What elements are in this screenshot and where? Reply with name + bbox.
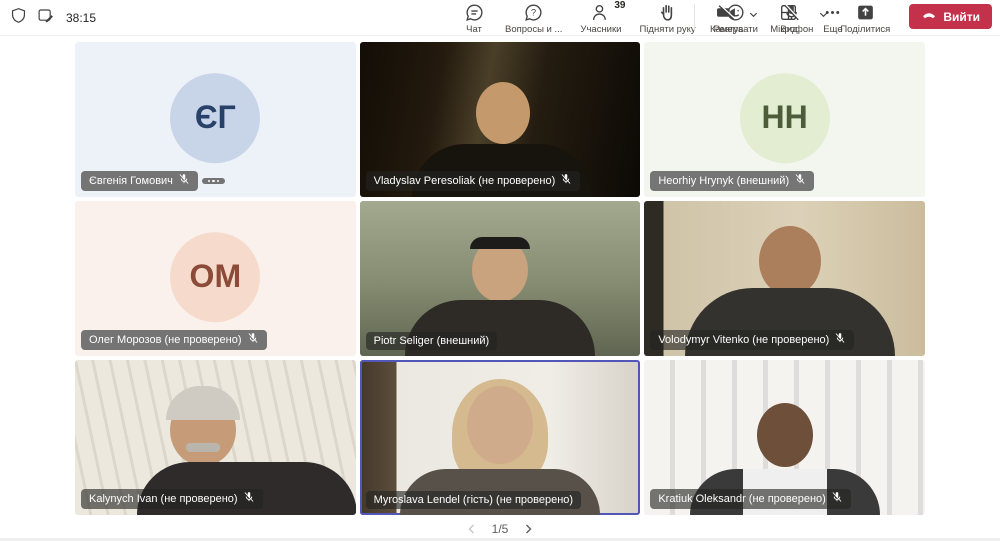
participant-name-pill: Piotr Seliger (внешний): [366, 332, 498, 350]
name-bar: Kratiuk Oleksandr (не проверено): [650, 489, 851, 509]
avatar: ЄГ: [170, 73, 260, 163]
name-bar: Myroslava Lendel (гість) (не проверено): [366, 491, 581, 509]
name-bar: Євгенія Гомович: [81, 171, 225, 191]
person-silhouette: [757, 403, 813, 467]
participant-name-pill: Євгенія Гомович: [81, 171, 198, 191]
participant-name-pill: Heorhiy Hrynyk (внешний): [650, 171, 814, 191]
mic-muted-icon: [243, 491, 255, 507]
mic-options-chevron-icon[interactable]: [818, 2, 829, 26]
person-silhouette: [759, 226, 821, 296]
tile-more-options-icon[interactable]: [202, 178, 226, 185]
qa-button[interactable]: ? Вопросы и ...: [496, 0, 571, 35]
name-bar: Олег Морозов (не проверено): [81, 330, 267, 350]
hangup-icon: [921, 7, 937, 26]
participant-name: Олег Морозов (не проверено): [89, 333, 242, 347]
participant-tile[interactable]: Volodymyr Vitenko (не проверено): [644, 201, 925, 356]
mic-muted-icon: [831, 491, 843, 507]
person-silhouette: [476, 82, 530, 144]
toolbar-divider: [694, 4, 695, 30]
mic-muted-icon: [834, 332, 846, 348]
person-silhouette: [170, 394, 236, 466]
chat-label: Чат: [466, 24, 482, 35]
participant-name-pill: Олег Морозов (не проверено): [81, 330, 267, 350]
participant-name: Volodymyr Vitenko (не проверено): [658, 333, 829, 347]
participant-grid: ЄГ Євгенія Гомович Vladysl: [75, 42, 925, 515]
participant-name: Heorhiy Hrynyk (внешний): [658, 174, 789, 188]
chat-button[interactable]: Чат: [452, 0, 496, 35]
svg-text:?: ?: [531, 8, 536, 19]
participant-name-pill: Myroslava Lendel (гість) (не проверено): [366, 491, 581, 509]
avatar: НН: [740, 73, 830, 163]
qa-label: Вопросы и ...: [505, 24, 562, 35]
participant-tile[interactable]: ЄГ Євгенія Гомович: [75, 42, 356, 197]
camera-button[interactable]: Камера: [701, 0, 752, 35]
participant-tile[interactable]: НН Heorhiy Hrynyk (внешний): [644, 42, 925, 197]
name-bar: Kalynych Ivan (не проверено): [81, 489, 263, 509]
mic-button[interactable]: Мікрофон: [761, 0, 822, 35]
participant-name: Kratiuk Oleksandr (не проверено): [658, 492, 826, 506]
participants-button[interactable]: 39 Учасники: [571, 0, 630, 35]
participant-name: Kalynych Ivan (не проверено): [89, 492, 238, 506]
participant-tile[interactable]: Vladyslav Peresoliak (не проверено): [360, 42, 641, 197]
share-button[interactable]: Поділитися: [831, 0, 899, 35]
participant-tile[interactable]: Kalynych Ivan (не проверено): [75, 360, 356, 515]
participant-tile[interactable]: ОМ Олег Морозов (не проверено): [75, 201, 356, 356]
chat-icon: [464, 2, 485, 23]
toolbar-right-group: Камера Мікрофон: [692, 0, 992, 36]
participant-name: Євгенія Гомович: [89, 174, 173, 188]
share-label: Поділитися: [840, 24, 890, 35]
participant-name-pill: Vladyslav Peresoliak (не проверено): [366, 171, 581, 191]
meeting-toolbar: 38:15 Чат ? Вопросы и ...: [0, 0, 1000, 36]
participant-tile[interactable]: Kratiuk Oleksandr (не проверено): [644, 360, 925, 515]
qa-icon: ?: [523, 2, 544, 23]
avatar: ОМ: [170, 232, 260, 322]
page-indicator: 1/5: [492, 522, 509, 536]
meeting-timer: 38:15: [66, 11, 96, 25]
headphones: [470, 237, 530, 249]
participant-name-pill: Kalynych Ivan (не проверено): [81, 489, 263, 509]
participant-tile-active-speaker[interactable]: Myroslava Lendel (гість) (не проверено): [360, 360, 641, 515]
mic-muted-icon: [794, 173, 806, 189]
leave-label: Вийти: [943, 10, 980, 24]
toolbar-left-group: 38:15: [0, 7, 96, 29]
participant-name: Vladyslav Peresoliak (не проверено): [374, 174, 556, 188]
camera-label: Камера: [710, 24, 743, 35]
name-bar: Vladyslav Peresoliak (не проверено): [366, 171, 581, 191]
person-silhouette: [467, 386, 533, 464]
raise-hand-label: Підняти руку: [639, 24, 695, 35]
previous-page-chevron-icon[interactable]: [466, 523, 478, 535]
leave-button[interactable]: Вийти: [909, 4, 992, 29]
mic-muted-icon: [247, 332, 259, 348]
camera-options-chevron-icon[interactable]: [748, 2, 759, 26]
meeting-notes-icon[interactable]: [37, 7, 54, 29]
name-bar: Volodymyr Vitenko (не проверено): [650, 330, 854, 350]
camera-off-icon: [716, 2, 737, 23]
participant-name-pill: Volodymyr Vitenko (не проверено): [650, 330, 854, 350]
name-bar: Heorhiy Hrynyk (внешний): [650, 171, 814, 191]
name-bar: Piotr Seliger (внешний): [366, 332, 498, 350]
share-icon: [855, 2, 876, 23]
participant-tile[interactable]: Piotr Seliger (внешний): [360, 201, 641, 356]
grid-pagination: 1/5: [0, 522, 1000, 536]
mic-off-icon: [781, 2, 802, 23]
participant-count-badge: 39: [614, 0, 625, 11]
participant-name: Myroslava Lendel (гість) (не проверено): [374, 493, 573, 507]
mic-label: Мікрофон: [770, 24, 813, 35]
participants-label: Учасники: [580, 24, 621, 35]
people-icon: 39: [590, 2, 611, 23]
next-page-chevron-icon[interactable]: [522, 523, 534, 535]
participant-name-pill: Kratiuk Oleksandr (не проверено): [650, 489, 851, 509]
mic-muted-icon: [560, 173, 572, 189]
participant-name: Piotr Seliger (внешний): [374, 334, 490, 348]
shield-icon: [10, 7, 27, 29]
mic-muted-icon: [178, 173, 190, 189]
raise-hand-icon: [657, 2, 678, 23]
